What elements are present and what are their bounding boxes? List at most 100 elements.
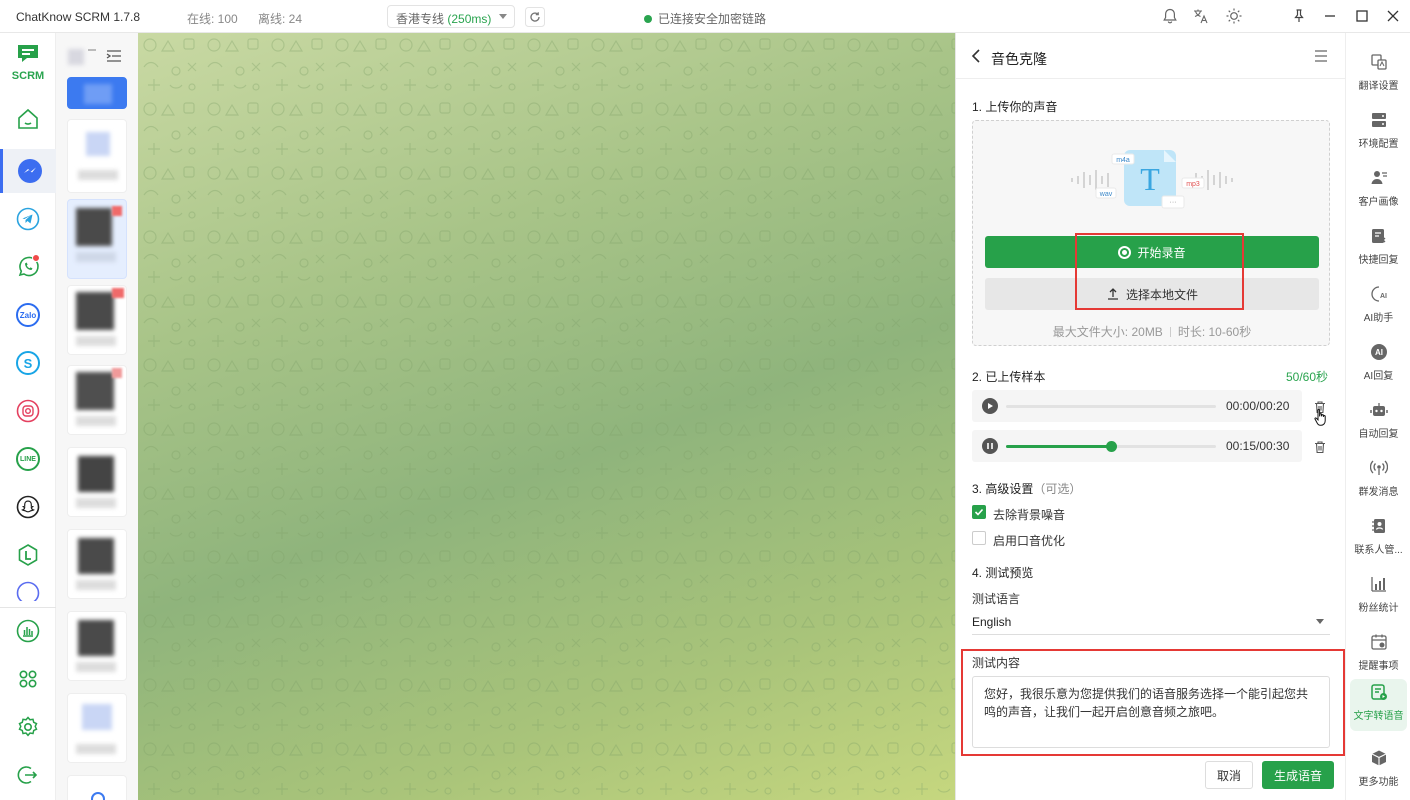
ai-reply-icon: AI bbox=[1370, 344, 1387, 360]
nav-whatsapp[interactable] bbox=[0, 245, 56, 289]
section-upload-title: 1. 上传你的声音 bbox=[972, 100, 1058, 114]
brightness-icon[interactable] bbox=[1225, 7, 1243, 25]
highlight-box bbox=[1075, 233, 1244, 310]
tag-more: ··· bbox=[1170, 199, 1177, 206]
list-item[interactable] bbox=[67, 775, 127, 800]
pause-button[interactable] bbox=[982, 438, 998, 454]
pin-icon[interactable] bbox=[1290, 7, 1308, 25]
nav-messenger[interactable] bbox=[0, 149, 56, 193]
avatar bbox=[78, 538, 114, 574]
snapchat-icon bbox=[16, 495, 40, 519]
line-icon: LINE bbox=[16, 447, 40, 471]
section-advanced-title: 3. 高级设置（可选） bbox=[972, 480, 1081, 497]
nav-apps[interactable] bbox=[0, 657, 56, 701]
play-button[interactable] bbox=[982, 398, 998, 414]
box-icon bbox=[1371, 750, 1386, 766]
nav-instagram[interactable] bbox=[0, 389, 56, 433]
play-icon bbox=[988, 403, 993, 409]
sidebar-item-chart[interactable]: 粉丝统计 bbox=[1350, 571, 1407, 623]
sample-player-2: 00:15/00:30 bbox=[972, 430, 1302, 462]
sidebar-item-label: 群发消息 bbox=[1358, 487, 1399, 498]
sidebar-item-robot[interactable]: 自动回复 bbox=[1350, 397, 1407, 449]
sidebar-item-broadcast[interactable]: 群发消息 bbox=[1350, 455, 1407, 507]
test-language-select[interactable]: English bbox=[972, 611, 1330, 635]
nav-settings[interactable] bbox=[0, 705, 56, 749]
sidebar-item-label: 联系人管... bbox=[1354, 545, 1403, 556]
instagram-icon bbox=[16, 399, 40, 423]
sidebar-item-quick-reply[interactable]: 快捷回复 bbox=[1350, 223, 1407, 275]
progress-track[interactable] bbox=[1006, 441, 1216, 452]
svg-text:AI: AI bbox=[1380, 293, 1387, 300]
route-select[interactable]: 香港专线 (250ms) bbox=[387, 5, 515, 28]
collapse-menu-icon[interactable] bbox=[1314, 49, 1328, 63]
sidebar-item-box[interactable]: 更多功能 bbox=[1350, 745, 1407, 797]
sidebar-item-label: 自动回复 bbox=[1358, 429, 1399, 440]
test-language-label: 测试语言 bbox=[972, 592, 1021, 606]
nav-snapchat[interactable] bbox=[0, 485, 56, 529]
delete-icon[interactable] bbox=[1313, 440, 1327, 454]
sidebar-item-user-profile[interactable]: 客户画像 bbox=[1350, 165, 1407, 217]
progress-track[interactable] bbox=[1006, 405, 1216, 408]
scrm-logo: SCRM bbox=[10, 43, 46, 82]
denoise-checkbox[interactable] bbox=[972, 505, 986, 519]
refresh-icon[interactable] bbox=[525, 7, 545, 27]
nav-statistics[interactable] bbox=[0, 609, 56, 653]
list-item[interactable] bbox=[67, 693, 127, 763]
avatar bbox=[76, 372, 114, 410]
list-item[interactable] bbox=[67, 199, 127, 279]
progress-fill bbox=[1006, 445, 1111, 448]
voice-clone-panel: 音色克隆 1. 上传你的声音 T m4a wav mp3 ··· 开始录音 选择… bbox=[955, 33, 1346, 800]
close-icon[interactable] bbox=[1384, 7, 1402, 25]
nav-home[interactable] bbox=[0, 97, 56, 141]
title-bar: ChatKnow SCRM 1.7.8 在线: 100 离线: 24 香港专线 … bbox=[0, 0, 1410, 33]
avatar bbox=[76, 292, 114, 330]
sample-duration-counter: 50/60秒 bbox=[1286, 370, 1329, 384]
accent-label: 启用口音优化 bbox=[993, 534, 1066, 548]
list-item[interactable] bbox=[67, 119, 127, 193]
nav-skype[interactable]: S bbox=[0, 341, 56, 385]
bell-icon[interactable] bbox=[1161, 7, 1179, 25]
chat-list bbox=[56, 33, 138, 800]
route-latency: (250ms) bbox=[447, 12, 492, 26]
sidebar-item-calendar[interactable]: 提醒事项 bbox=[1350, 629, 1407, 681]
nav-telegram[interactable] bbox=[0, 197, 56, 241]
list-menu-icon[interactable] bbox=[106, 49, 122, 63]
chevron-down-icon bbox=[1316, 619, 1324, 624]
accent-checkbox[interactable] bbox=[972, 531, 986, 545]
list-item[interactable] bbox=[67, 365, 127, 435]
sample-time: 00:15/00:30 bbox=[1226, 439, 1290, 453]
maximize-icon[interactable] bbox=[1353, 7, 1371, 25]
list-item[interactable] bbox=[67, 611, 127, 681]
sample-time: 00:00/00:20 bbox=[1226, 399, 1290, 413]
sidebar-item-tts[interactable]: 文字转语音 bbox=[1350, 679, 1407, 731]
back-icon[interactable] bbox=[970, 48, 982, 64]
sidebar-item-server[interactable]: 环境配置 bbox=[1350, 107, 1407, 159]
chat-list-header bbox=[66, 47, 126, 67]
nav-zalo[interactable]: Zalo bbox=[0, 293, 56, 337]
sidebar-item-translate[interactable]: 翻译设置 bbox=[1350, 49, 1407, 101]
sidebar-item-ai-reply[interactable]: AI AI回复 bbox=[1350, 339, 1407, 391]
logout-icon bbox=[17, 766, 38, 784]
nav-line-works[interactable] bbox=[0, 533, 56, 577]
minimize-icon[interactable] bbox=[1321, 7, 1339, 25]
nav-messenger-alt[interactable] bbox=[0, 581, 56, 601]
statistics-icon bbox=[16, 619, 40, 643]
nav-line[interactable]: LINE bbox=[0, 437, 56, 481]
connection-status: 已连接安全加密链路 bbox=[644, 10, 766, 27]
progress-knob[interactable] bbox=[1106, 441, 1117, 452]
pause-icon bbox=[987, 443, 993, 449]
sidebar-item-contacts[interactable]: 联系人管... bbox=[1350, 513, 1407, 565]
cancel-button[interactable]: 取消 bbox=[1205, 761, 1253, 789]
list-item[interactable] bbox=[67, 447, 127, 517]
avatar bbox=[68, 49, 84, 65]
list-item[interactable] bbox=[67, 285, 127, 355]
sidebar-item-label: 文字转语音 bbox=[1353, 711, 1404, 722]
nav-logout[interactable] bbox=[0, 753, 56, 797]
list-item[interactable] bbox=[67, 529, 127, 599]
telegram-icon bbox=[16, 207, 40, 231]
messenger-alt-icon bbox=[16, 581, 40, 601]
list-item[interactable] bbox=[67, 77, 127, 109]
translate-icon[interactable] bbox=[1192, 7, 1210, 25]
generate-voice-button[interactable]: 生成语音 bbox=[1262, 761, 1334, 789]
sidebar-item-ai-assistant[interactable]: AI AI助手 bbox=[1350, 281, 1407, 333]
